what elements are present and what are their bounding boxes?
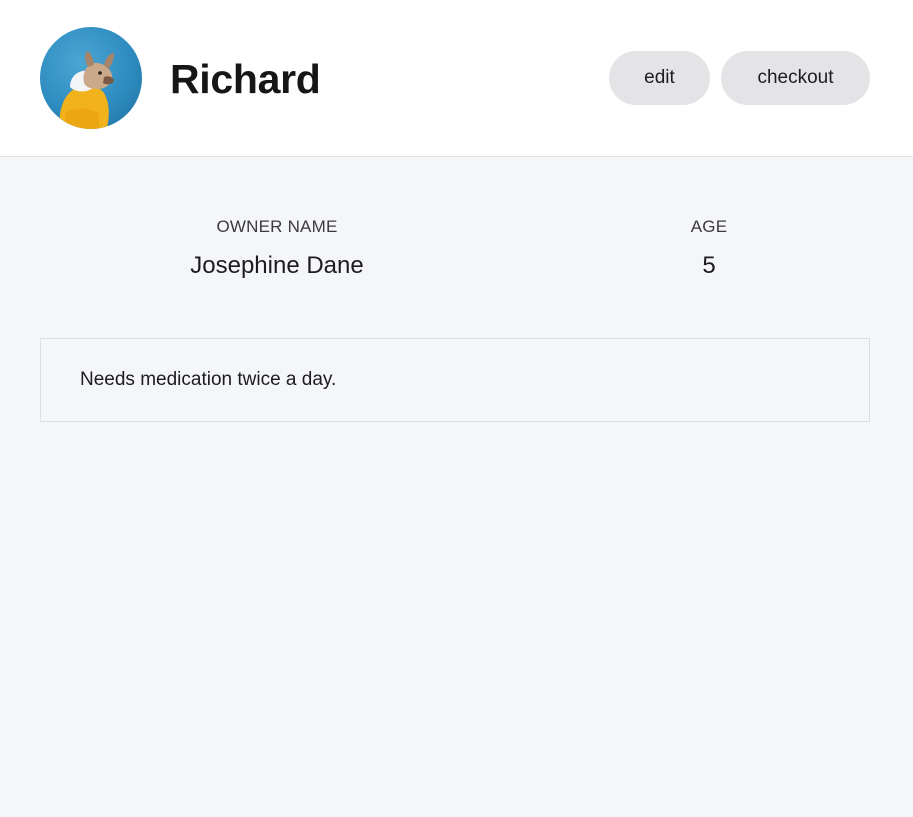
owner-info: OWNER NAME Josephine Dane xyxy=(40,216,514,281)
owner-name-label: OWNER NAME xyxy=(216,217,338,236)
age-info: AGE 5 xyxy=(520,216,898,281)
pet-name-title: Richard xyxy=(170,56,321,102)
pet-header: Richard edit checkout xyxy=(0,0,913,157)
notes-panel: Needs medication twice a day. xyxy=(40,338,870,422)
owner-name-value: Josephine Dane xyxy=(190,252,364,279)
pet-avatar xyxy=(40,27,142,129)
dog-photo-icon xyxy=(59,51,114,129)
notes-text: Needs medication twice a day. xyxy=(80,369,337,390)
age-label: AGE xyxy=(690,217,728,236)
checkout-button[interactable]: checkout xyxy=(721,51,870,105)
edit-button[interactable]: edit xyxy=(609,51,710,105)
age-value: 5 xyxy=(702,252,716,279)
